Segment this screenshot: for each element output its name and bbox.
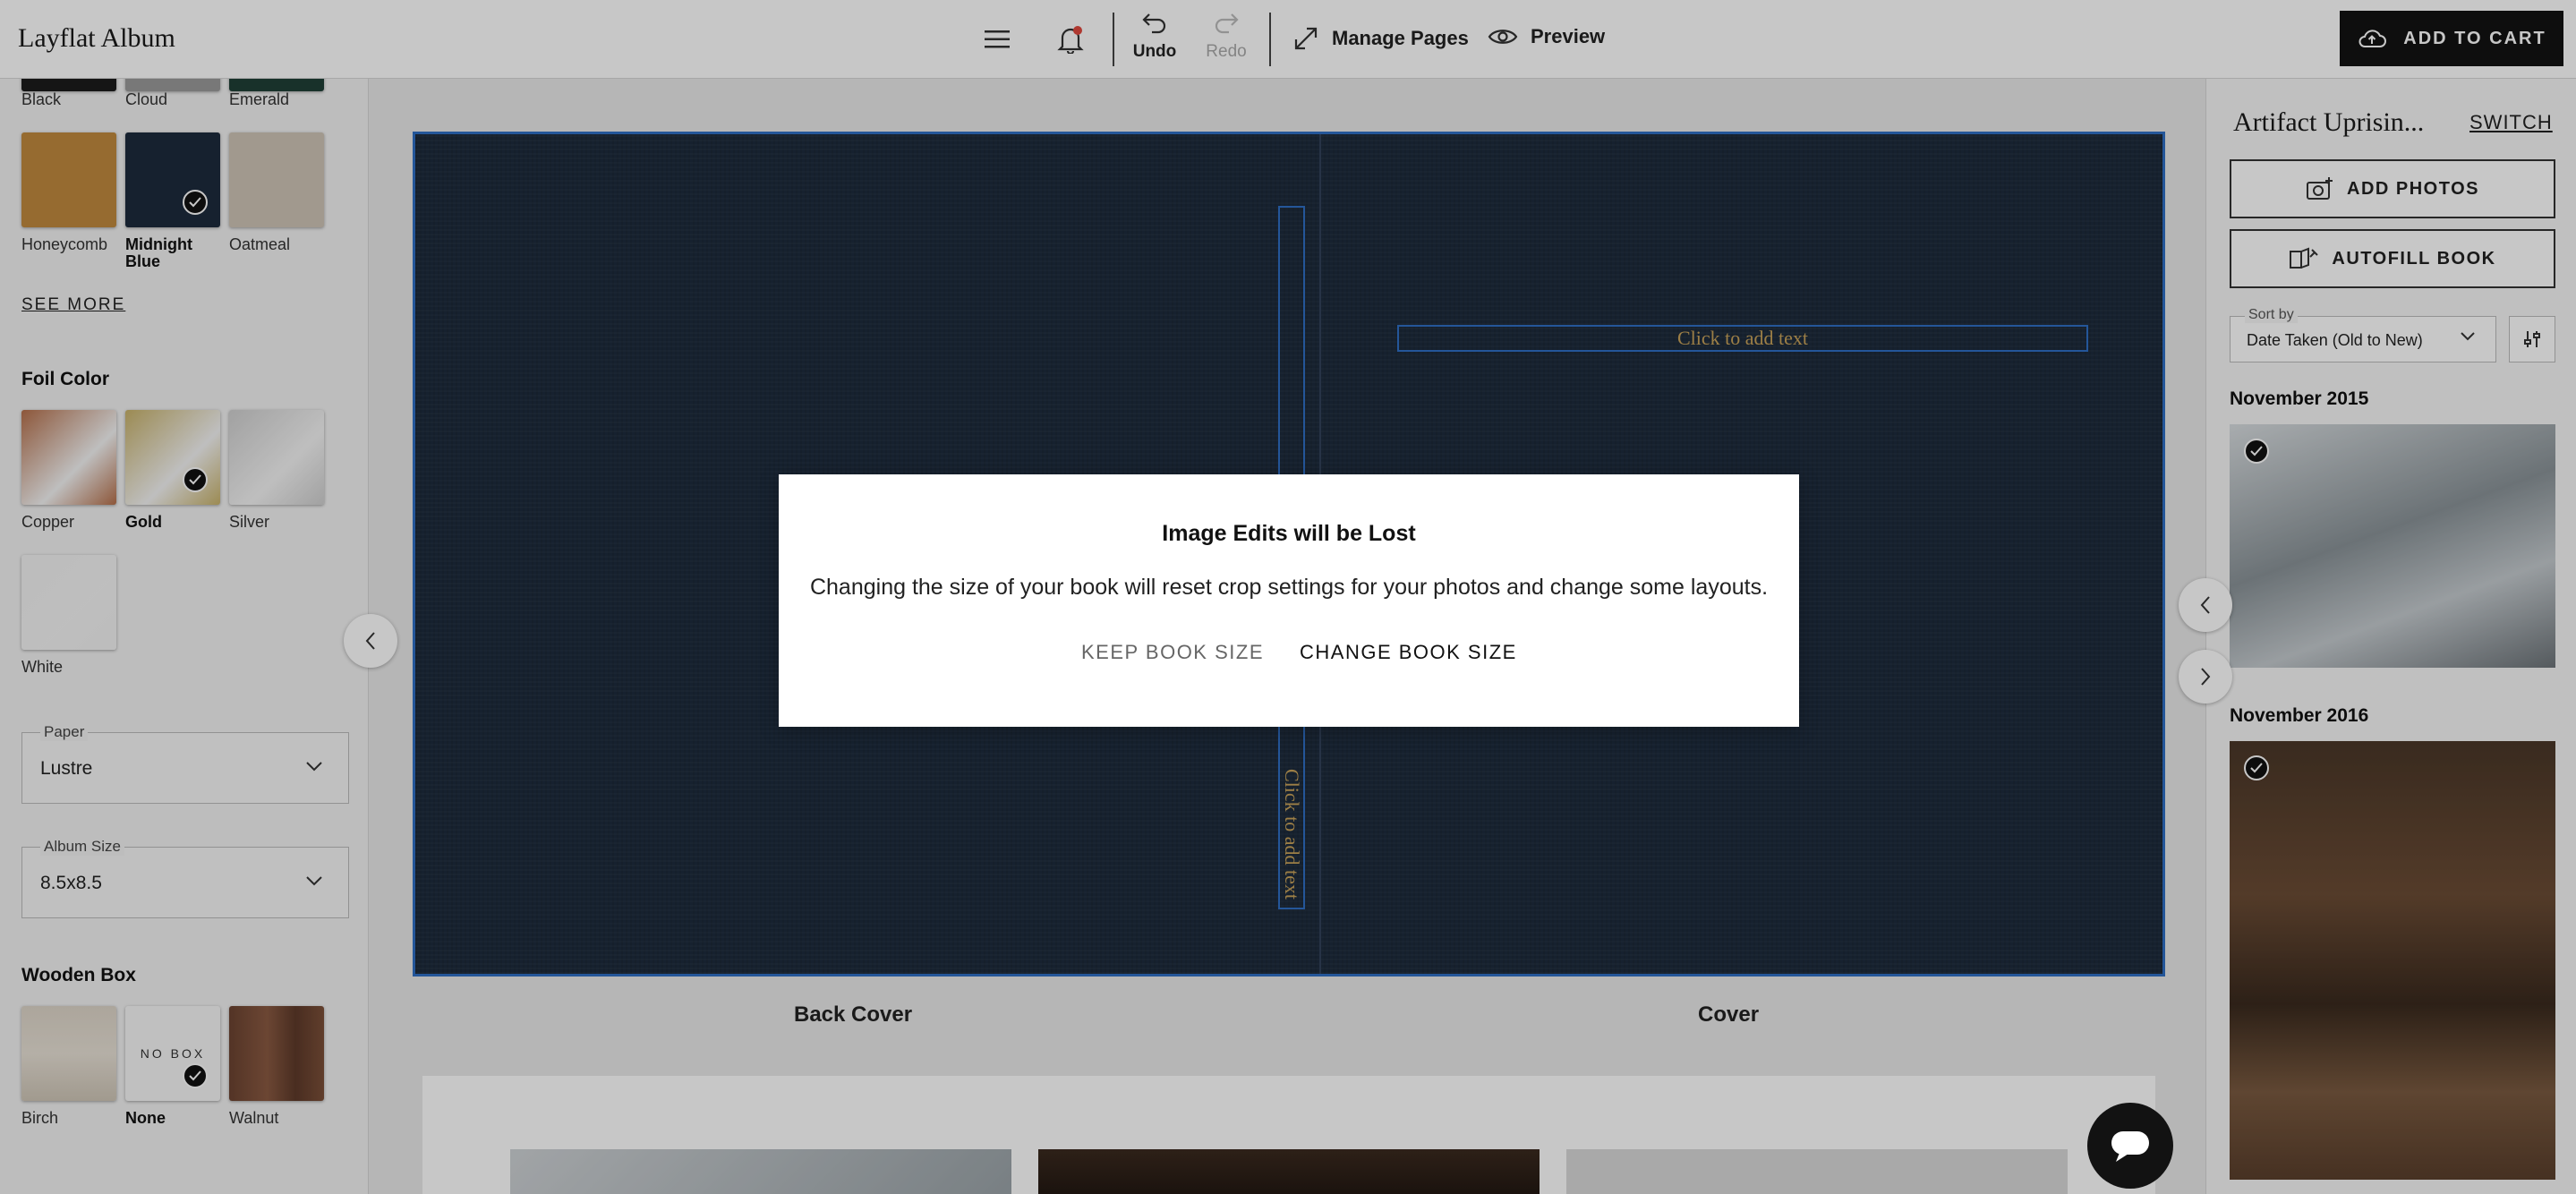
image-edits-lost-dialog: Image Edits will be Lost Changing the si…: [779, 474, 1799, 727]
dialog-title: Image Edits will be Lost: [1162, 521, 1416, 546]
change-book-size-button[interactable]: CHANGE BOOK SIZE: [1300, 641, 1517, 664]
chat-support-button[interactable]: [2087, 1103, 2173, 1189]
keep-book-size-button[interactable]: KEEP BOOK SIZE: [1081, 641, 1264, 664]
chat-bubble-icon: [2111, 1131, 2149, 1162]
dialog-message: Changing the size of your book will rese…: [809, 575, 1769, 600]
